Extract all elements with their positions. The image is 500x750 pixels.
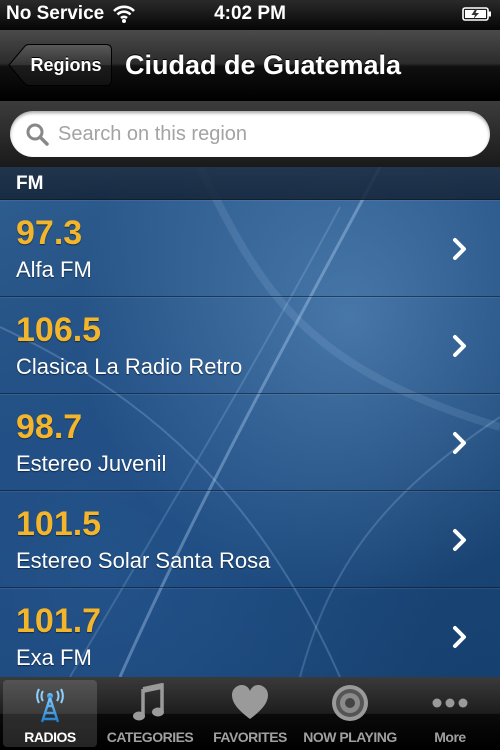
station-name: Exa FM <box>16 645 92 670</box>
chevron-right-icon <box>453 529 466 551</box>
tab-now-playing[interactable]: NOW PLAYING <box>300 677 400 750</box>
battery-icon <box>462 7 491 21</box>
status-bar: No Service 4:02 PM <box>0 0 500 30</box>
station-list: 97.3 Alfa FM 106.5 Clasica La Radio Retr… <box>0 200 500 677</box>
music-note-icon <box>133 683 164 721</box>
station-name: Estereo Solar Santa Rosa <box>16 548 271 573</box>
speaker-icon <box>332 685 368 721</box>
section-header: FM <box>0 167 500 200</box>
more-dots-icon <box>432 698 468 708</box>
section-title: FM <box>16 173 44 194</box>
tab-label: RADIOS <box>24 729 76 745</box>
tab-label: NOW PLAYING <box>303 729 397 745</box>
station-list-container[interactable]: FM 97.3 Alfa FM 106.5 Clasica La Radio R… <box>0 167 500 677</box>
station-frequency: 101.5 <box>16 505 102 543</box>
search-input[interactable] <box>58 111 478 157</box>
radio-tower-icon <box>36 688 64 723</box>
station-frequency: 101.7 <box>16 602 102 640</box>
station-frequency: 98.7 <box>16 408 83 446</box>
tab-label: FAVORITES <box>213 729 287 745</box>
status-time: 4:02 PM <box>214 3 286 24</box>
list-item[interactable]: 98.7 Estereo Juvenil <box>0 394 500 491</box>
search-bar <box>0 101 500 167</box>
tab-label: CATEGORIES <box>106 729 194 745</box>
tab-favorites[interactable]: FAVORITES <box>200 677 300 750</box>
navigation-bar: Regions Ciudad de Guatemala <box>0 30 500 101</box>
tab-radios[interactable]: RADIOS <box>0 677 100 750</box>
tab-bar: RADIOS CATEGORIES FAVORITES NOW PLAYING <box>0 677 500 750</box>
list-item[interactable]: 101.5 Estereo Solar Santa Rosa <box>0 491 500 588</box>
station-frequency: 97.3 <box>16 214 83 252</box>
chevron-right-icon <box>453 335 466 357</box>
chevron-right-icon <box>453 432 466 454</box>
list-item[interactable]: 106.5 Clasica La Radio Retro <box>0 297 500 394</box>
tab-label: More <box>434 729 466 745</box>
search-field[interactable] <box>10 111 490 157</box>
list-item[interactable]: 101.7 Exa FM <box>0 588 500 677</box>
back-button[interactable]: Regions <box>8 44 112 86</box>
back-button-label: Regions <box>30 55 102 75</box>
tab-categories[interactable]: CATEGORIES <box>100 677 200 750</box>
station-name: Alfa FM <box>16 257 92 282</box>
list-item[interactable]: 97.3 Alfa FM <box>0 200 500 297</box>
heart-icon <box>232 685 268 719</box>
station-name: Estereo Juvenil <box>16 451 167 476</box>
search-icon <box>26 123 49 146</box>
station-frequency: 106.5 <box>16 311 102 349</box>
page-title: Ciudad de Guatemala <box>125 50 402 80</box>
tab-more[interactable]: More <box>400 677 500 750</box>
station-name: Clasica La Radio Retro <box>16 354 243 379</box>
chevron-right-icon <box>453 626 466 648</box>
chevron-right-icon <box>453 238 466 260</box>
